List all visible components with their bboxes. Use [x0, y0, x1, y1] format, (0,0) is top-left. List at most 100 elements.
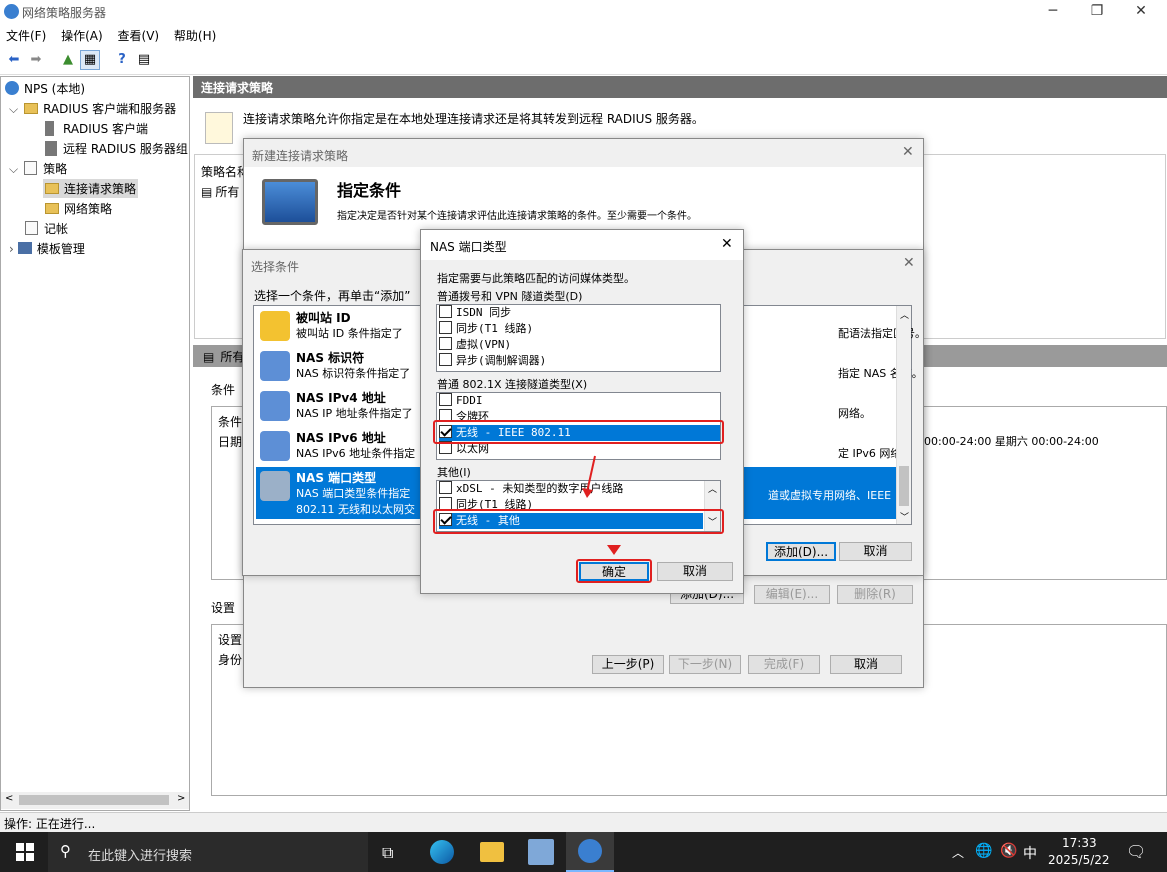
properties-icon[interactable]: ▤: [134, 50, 154, 70]
scrollbar-thumb[interactable]: [899, 466, 909, 506]
maximize-button[interactable]: ❐: [1074, 0, 1120, 24]
tree-item-network-policies[interactable]: 网络策略: [45, 200, 112, 217]
tree-item-remote-group[interactable]: 远程 RADIUS 服务器组: [45, 140, 188, 157]
menu-file[interactable]: 文件(F): [0, 24, 51, 44]
ime-indicator[interactable]: 中: [1023, 843, 1037, 863]
network-icon[interactable]: 🌐: [975, 843, 992, 859]
chevron-down-icon[interactable]: ⌵: [9, 102, 18, 116]
menu-help[interactable]: 帮助(H): [168, 24, 221, 44]
navigation-tree: NPS (本地) ⌵ RADIUS 客户端和服务器 RADIUS 客户端 远程 R…: [0, 76, 190, 811]
checkbox[interactable]: [439, 337, 452, 350]
toolbar: ⬅ ➡ ▲ ▦ ? ▤: [0, 45, 1167, 75]
select-cond-cancel-button[interactable]: 取消: [839, 542, 912, 561]
cond-row-date[interactable]: 日期: [218, 433, 242, 450]
nas-cancel-button[interactable]: 取消: [657, 562, 733, 581]
wizard-cancel-button[interactable]: 取消: [830, 655, 902, 674]
opt-virtual-vpn[interactable]: 虚拟(VPN): [439, 337, 511, 353]
settings-row[interactable]: 身份: [218, 651, 242, 668]
opt-isdn[interactable]: ISDN 同步: [439, 305, 511, 321]
notification-icon[interactable]: 🗨: [1126, 842, 1146, 861]
scrollbar-thumb[interactable]: [19, 795, 169, 805]
tree-item-radius-client[interactable]: RADIUS 客户端: [45, 120, 148, 137]
checkbox[interactable]: [439, 353, 452, 366]
scroll-left-icon[interactable]: <: [5, 793, 13, 804]
policy-name-header[interactable]: 策略名称: [201, 163, 249, 180]
nps-taskbar-button[interactable]: [566, 832, 614, 872]
checkbox[interactable]: [439, 481, 452, 494]
scroll-right-icon[interactable]: >: [177, 793, 185, 804]
cond-time-value: 00:00-24:00 星期六 00:00-24:00: [924, 435, 1099, 448]
window-titlebar: 网络策略服务器 ─ ❐ ✕: [0, 0, 1167, 24]
show-hide-tree-icon[interactable]: ▦: [80, 50, 100, 70]
folder-icon: [45, 203, 59, 214]
volume-muted-icon[interactable]: 🔇: [1000, 843, 1017, 859]
forward-arrow-icon[interactable]: ➡: [26, 50, 46, 70]
tree-item-radius-group[interactable]: ⌵ RADIUS 客户端和服务器: [9, 100, 176, 117]
scroll-up-icon[interactable]: ︿: [900, 308, 909, 321]
task-view-icon[interactable]: ⧉: [382, 843, 393, 863]
search-icon: ⚲: [60, 842, 71, 860]
opt-sync-t1[interactable]: 同步(T1 线路): [439, 321, 533, 337]
intro-text: 连接请求策略允许你指定是在本地处理连接请求还是将其转发到远程 RADIUS 服务…: [243, 112, 704, 126]
select-cond-close-icon[interactable]: ✕: [903, 255, 915, 271]
nas-port-type-dialog: NAS 端口类型 ✕ 指定需要与此策略匹配的访问媒体类型。 普通拨号和 VPN …: [420, 229, 744, 594]
menu-view[interactable]: 查看(V): [112, 24, 165, 44]
tree-item-templates[interactable]: › 模板管理: [9, 240, 85, 257]
tray-chevron-up-icon[interactable]: ︿: [952, 844, 964, 861]
policy-icon: [24, 161, 38, 175]
nas-instruction: 指定需要与此策略匹配的访问媒体类型。: [437, 272, 635, 285]
group2-label: 普通 802.1X 连接隧道类型(X): [437, 378, 588, 391]
document-icon: [205, 112, 233, 144]
checkbox[interactable]: [439, 321, 452, 334]
nas-ok-button[interactable]: 确定: [579, 562, 649, 581]
globe-icon: [5, 81, 19, 95]
wizard-finish-button[interactable]: 完成(F): [748, 655, 820, 674]
chevron-down-icon[interactable]: ⌵: [9, 162, 18, 176]
main-header: 连接请求策略: [193, 76, 1167, 98]
minimize-button[interactable]: ─: [1030, 0, 1076, 24]
clock-date[interactable]: 2025/5/22: [1048, 853, 1110, 867]
menu-action[interactable]: 操作(A): [55, 24, 108, 44]
wizard-prev-button[interactable]: 上一步(P): [592, 655, 664, 674]
network-computer-icon: [260, 391, 290, 421]
settings-col-header[interactable]: 设置: [218, 631, 242, 648]
chevron-right-icon[interactable]: ›: [9, 242, 14, 256]
policy-row[interactable]: ▤ 所有: [201, 183, 239, 200]
opt-fddi[interactable]: FDDI: [439, 393, 483, 409]
back-arrow-icon[interactable]: ⬅: [4, 50, 24, 70]
wizard-remove-button[interactable]: 删除(R): [837, 585, 913, 604]
close-button[interactable]: ✕: [1118, 0, 1164, 24]
windows-start-icon[interactable]: [16, 843, 34, 861]
checkbox[interactable]: [439, 393, 452, 406]
tree-item-accounting[interactable]: 记帐: [25, 220, 68, 237]
wizard-next-button[interactable]: 下一步(N): [669, 655, 741, 674]
monitor-icon: [262, 179, 318, 225]
select-cond-title: 选择条件: [251, 260, 300, 274]
select-cond-add-button[interactable]: 添加(D)...: [766, 542, 836, 561]
wizard-close-icon[interactable]: ✕: [902, 144, 914, 160]
wizard-desc: 指定决定是否针对某个连接请求评估此连接请求策略的条件。至少需要一个条件。: [337, 211, 697, 222]
cond-col-header[interactable]: 条件: [218, 413, 242, 430]
opt-async-modem[interactable]: 异步(调制解调器): [439, 353, 546, 369]
file-explorer-icon[interactable]: [480, 842, 504, 862]
nas-dialog-close-icon[interactable]: ✕: [721, 236, 733, 252]
tree-item-connection-request-policies[interactable]: 连接请求策略: [43, 179, 139, 198]
tree-item-nps[interactable]: NPS (本地): [5, 80, 85, 97]
nas-dialog-titlebar: NAS 端口类型 ✕: [421, 230, 743, 260]
clock-time[interactable]: 17:33: [1062, 836, 1097, 850]
taskbar-search-box[interactable]: ⚲ 在此键入进行搜索: [48, 832, 368, 872]
scroll-down-icon[interactable]: ﹀: [900, 510, 909, 523]
tree-horizontal-scrollbar[interactable]: < >: [1, 792, 189, 809]
help-icon[interactable]: ?: [112, 50, 132, 70]
server-manager-icon[interactable]: [528, 839, 554, 865]
condition-list-scrollbar[interactable]: ︿ ﹀: [896, 306, 911, 524]
status-bar: 操作: 正在进行...: [0, 812, 1167, 832]
up-folder-icon[interactable]: ▲: [58, 50, 78, 70]
scroll-up-icon[interactable]: ︿: [708, 482, 717, 495]
accounting-icon: [25, 221, 38, 235]
tree-item-policies[interactable]: ⌵ 策略: [9, 160, 67, 177]
edge-icon[interactable]: [430, 840, 454, 864]
vpn-type-list[interactable]: ISDN 同步 同步(T1 线路) 虚拟(VPN) 异步(调制解调器): [436, 304, 721, 372]
checkbox[interactable]: [439, 305, 452, 318]
wizard-edit-button[interactable]: 编辑(E)...: [754, 585, 830, 604]
